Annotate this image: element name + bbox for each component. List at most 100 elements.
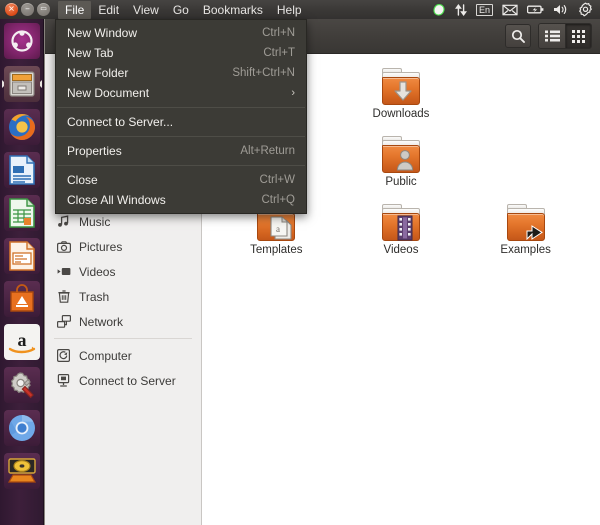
- menu-separator: [57, 107, 305, 108]
- sidebar-item-label: Connect to Server: [79, 374, 176, 388]
- person-emblem-icon: [396, 149, 414, 171]
- list-view-icon: [545, 30, 560, 42]
- folder-label: Videos: [384, 244, 419, 256]
- grid-view-button[interactable]: [565, 24, 591, 48]
- menu-item-new-window[interactable]: New Window Ctrl+N: [56, 23, 306, 43]
- menu-item-properties[interactable]: Properties Alt+Return: [56, 141, 306, 161]
- gear-wrench-icon: [4, 367, 40, 403]
- volume-icon[interactable]: [553, 3, 569, 16]
- menu-item-shortcut: Ctrl+N: [262, 27, 295, 39]
- menu-item-connect-to-server[interactable]: Connect to Server...: [56, 112, 306, 132]
- menu-separator: [57, 165, 305, 166]
- sidebar-item-computer[interactable]: Computer: [45, 343, 201, 368]
- menu-item-label: New Window: [67, 26, 262, 40]
- menu-file[interactable]: File: [58, 1, 91, 19]
- ubuntu-one-leaf-icon[interactable]: [432, 3, 446, 17]
- unity-launcher: a: [0, 19, 44, 525]
- sidebar-item-label: Computer: [79, 349, 132, 363]
- software-bag-icon: [4, 281, 40, 317]
- folder-icon: [379, 136, 423, 174]
- sidebar-item-network[interactable]: Network: [45, 309, 201, 334]
- menu-go[interactable]: Go: [166, 1, 196, 19]
- battery-icon[interactable]: [527, 4, 544, 15]
- system-tray: En: [432, 2, 600, 17]
- folder-label: Templates: [250, 244, 302, 256]
- folder-label: Public: [385, 176, 416, 188]
- folder-icon: [379, 204, 423, 242]
- network-arrows-icon[interactable]: [455, 3, 467, 17]
- menu-item-close[interactable]: Close Ctrl+W: [56, 170, 306, 190]
- keyboard-layout-indicator[interactable]: En: [476, 4, 493, 16]
- menu-item-label: New Tab: [67, 46, 263, 60]
- ubuntu-logo-icon: [4, 23, 40, 59]
- launcher-item-chromium[interactable]: [2, 408, 42, 448]
- chromium-icon: [4, 410, 40, 446]
- window-controls: ✕ − ▭: [0, 3, 50, 16]
- menu-item-label: Close: [67, 173, 260, 187]
- chevron-right-icon: ›: [291, 87, 295, 99]
- sidebar-item-label: Network: [79, 315, 123, 329]
- maximize-window-button[interactable]: ▭: [37, 3, 50, 16]
- folder-item-public[interactable]: Public: [339, 136, 464, 188]
- folder-item-videos[interactable]: Videos: [339, 204, 464, 256]
- sidebar-item-label: Videos: [79, 265, 115, 279]
- folder-icon: [379, 68, 423, 106]
- sidebar-item-label: Trash: [79, 290, 109, 304]
- list-view-button[interactable]: [539, 24, 565, 48]
- close-window-button[interactable]: ✕: [5, 3, 18, 16]
- menu-item-shortcut: Shift+Ctrl+N: [232, 67, 295, 79]
- launcher-item-amazon[interactable]: a: [2, 322, 42, 362]
- messaging-envelope-icon[interactable]: [502, 4, 518, 16]
- search-icon: [511, 29, 525, 43]
- sidebar-item-connect-to-server[interactable]: Connect to Server: [45, 368, 201, 393]
- view-mode-toggle-group: [538, 23, 592, 49]
- launcher-item-ubuntu-software-center[interactable]: [2, 279, 42, 319]
- launcher-item-libreoffice-impress[interactable]: [2, 236, 42, 276]
- menu-item-label: New Folder: [67, 66, 232, 80]
- menu-item-shortcut: Ctrl+Q: [261, 194, 295, 206]
- sidebar-item-label: Music: [79, 215, 110, 229]
- sidebar-item-pictures[interactable]: Pictures: [45, 234, 201, 259]
- computer-icon: [56, 349, 71, 362]
- menu-item-shortcut: Ctrl+T: [263, 47, 295, 59]
- menu-separator: [57, 136, 305, 137]
- menu-bookmarks[interactable]: Bookmarks: [196, 1, 270, 19]
- menu-bar: File Edit View Go Bookmarks Help: [58, 0, 309, 19]
- menu-item-shortcut: Ctrl+W: [260, 174, 295, 186]
- maximize-icon: ▭: [40, 6, 47, 13]
- firefox-icon: [4, 109, 40, 145]
- minimize-window-button[interactable]: −: [21, 3, 34, 16]
- launcher-item-libreoffice-writer[interactable]: [2, 150, 42, 190]
- sidebar-item-videos[interactable]: Videos: [45, 259, 201, 284]
- search-button[interactable]: [505, 24, 531, 48]
- template-emblem-icon: a: [270, 216, 292, 240]
- menu-item-label: Properties: [67, 144, 240, 158]
- trash-icon: [56, 290, 71, 303]
- top-panel: ✕ − ▭ File Edit View Go Bookmarks Help E…: [0, 0, 600, 19]
- film-strip-emblem-icon: [397, 215, 413, 241]
- launcher-item-workspace-switcher[interactable]: [2, 451, 42, 491]
- folder-item-examples[interactable]: Examples: [463, 204, 588, 256]
- launcher-item-system-settings[interactable]: [2, 365, 42, 405]
- menu-view[interactable]: View: [126, 1, 166, 19]
- launcher-item-files-nautilus[interactable]: [2, 64, 42, 104]
- grid-view-icon: [572, 30, 585, 43]
- menu-help[interactable]: Help: [270, 1, 309, 19]
- menu-item-new-tab[interactable]: New Tab Ctrl+T: [56, 43, 306, 63]
- menu-item-label: Connect to Server...: [67, 115, 295, 129]
- menu-item-shortcut: Alt+Return: [240, 145, 295, 157]
- folder-item-downloads[interactable]: Downloads: [339, 68, 464, 120]
- workspace-disc-icon: [4, 453, 40, 489]
- menu-item-new-folder[interactable]: New Folder Shift+Ctrl+N: [56, 63, 306, 83]
- system-settings-gear-icon[interactable]: [578, 2, 593, 17]
- launcher-item-dash-home[interactable]: [2, 21, 42, 61]
- menu-edit[interactable]: Edit: [91, 1, 126, 19]
- server-connect-icon: [56, 374, 71, 387]
- sidebar-item-trash[interactable]: Trash: [45, 284, 201, 309]
- video-icon: [56, 266, 71, 277]
- launcher-item-libreoffice-calc[interactable]: [2, 193, 42, 233]
- menu-item-new-document[interactable]: New Document ›: [56, 83, 306, 103]
- launcher-item-firefox[interactable]: [2, 107, 42, 147]
- menu-item-close-all-windows[interactable]: Close All Windows Ctrl+Q: [56, 190, 306, 210]
- menu-item-label: New Document: [67, 86, 291, 100]
